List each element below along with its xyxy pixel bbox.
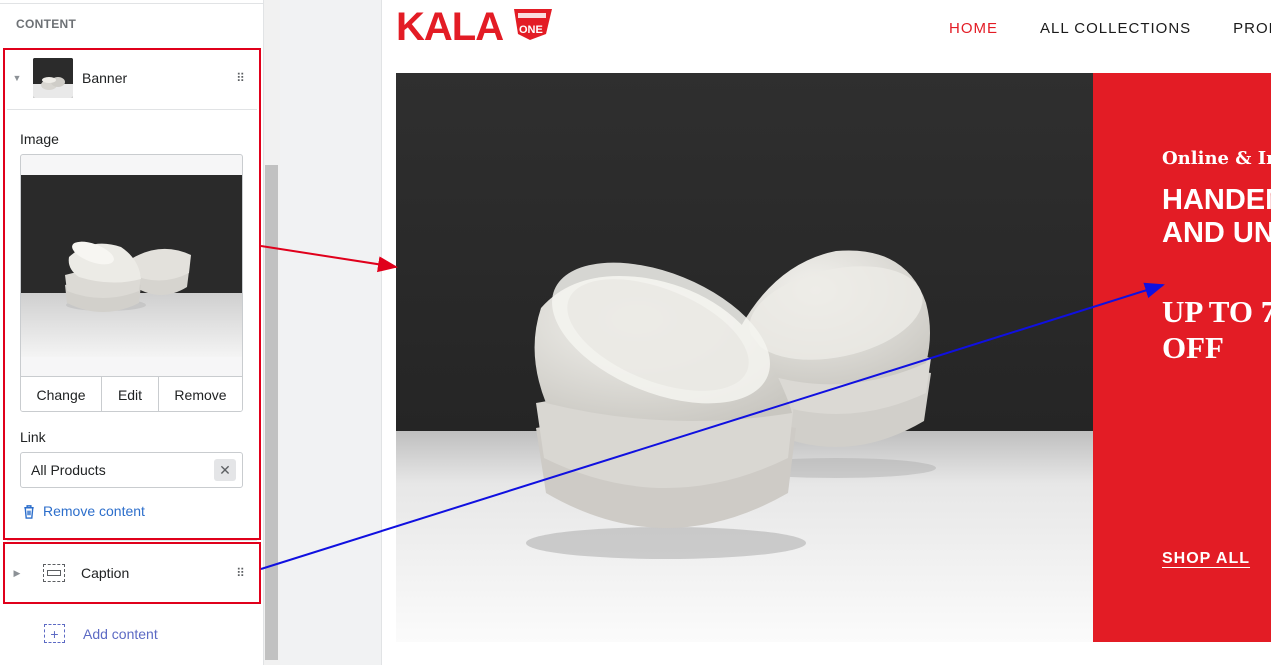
caption-block-label: Caption: [81, 565, 130, 581]
panel-top-border: [0, 0, 263, 4]
bowls-hero-image: [396, 73, 1093, 642]
image-field-label: Image: [20, 131, 59, 147]
edit-image-button[interactable]: Edit: [102, 377, 159, 411]
bowls-thumbnail-image: [33, 58, 73, 98]
link-field-label: Link: [20, 429, 46, 445]
logo-badge-stripe: [518, 13, 546, 18]
image-actions: Change Edit Remove: [21, 376, 242, 411]
caret-right-icon[interactable]: ▶: [7, 568, 27, 579]
logo-text: KALA: [396, 6, 503, 48]
store-main-nav: HOME ALL COLLECTIONS PRODU: [949, 20, 1271, 37]
bowls-preview-image: [21, 175, 242, 357]
editor-screen: CONTENT ▼ Banner ⠿ Image Change Edit Rem…: [0, 0, 1271, 665]
caption-section-icon: [43, 564, 65, 582]
drag-handle-icon[interactable]: ⠿: [233, 566, 247, 580]
nav-all-collections[interactable]: ALL COLLECTIONS: [1040, 20, 1191, 37]
hero-title: HANDEM AND UN: [1162, 184, 1271, 249]
banner-thumbnail: [33, 58, 73, 98]
remove-image-button[interactable]: Remove: [159, 377, 242, 411]
editor-sidebar: CONTENT ▼ Banner ⠿ Image Change Edit Rem…: [0, 0, 264, 665]
remove-content-link[interactable]: Remove content: [22, 503, 145, 519]
logo-badge-text: ONE: [519, 24, 543, 36]
close-icon[interactable]: ✕: [214, 459, 236, 481]
trash-icon: [24, 504, 34, 519]
hero-offer-text: UP TO 7 OFF: [1162, 294, 1271, 365]
change-image-button[interactable]: Change: [21, 377, 102, 411]
link-field-value[interactable]: All Products: [21, 462, 214, 478]
hero-pretitle: Online & In: [1162, 148, 1271, 169]
nav-home[interactable]: HOME: [949, 20, 998, 37]
image-preview[interactable]: [21, 175, 242, 357]
caption-block-header[interactable]: ▶ Caption ⠿: [7, 544, 257, 602]
hero-caption-panel: Online & In HANDEM AND UN UP TO 7 OFF SH…: [1093, 73, 1271, 642]
shop-all-button[interactable]: SHOP ALL: [1162, 550, 1250, 568]
link-field[interactable]: All Products ✕: [20, 452, 243, 488]
store-preview: KALA ONE HOME ALL COLLECTIONS PRODU: [382, 0, 1271, 665]
hero-banner-image[interactable]: [396, 73, 1093, 642]
nav-products[interactable]: PRODU: [1233, 20, 1271, 37]
kala-logo[interactable]: KALA ONE: [396, 6, 556, 48]
caption-divider: [7, 540, 257, 541]
preview-gutter: [280, 0, 381, 665]
content-section-heading: CONTENT: [16, 17, 77, 31]
image-picker: Change Edit Remove: [20, 154, 243, 412]
panel-scrollbar-thumb[interactable]: [265, 165, 278, 660]
banner-block-label: Banner: [82, 70, 128, 86]
add-content-label: Add content: [83, 625, 158, 642]
banner-divider: [7, 109, 257, 110]
banner-block-header[interactable]: ▼ Banner ⠿: [7, 49, 257, 107]
drag-handle-icon[interactable]: ⠿: [233, 71, 247, 85]
add-content-icon: +: [44, 624, 65, 643]
add-content-link[interactable]: + Add content: [44, 624, 158, 643]
remove-content-label: Remove content: [43, 503, 145, 519]
caret-down-icon[interactable]: ▼: [7, 73, 27, 83]
